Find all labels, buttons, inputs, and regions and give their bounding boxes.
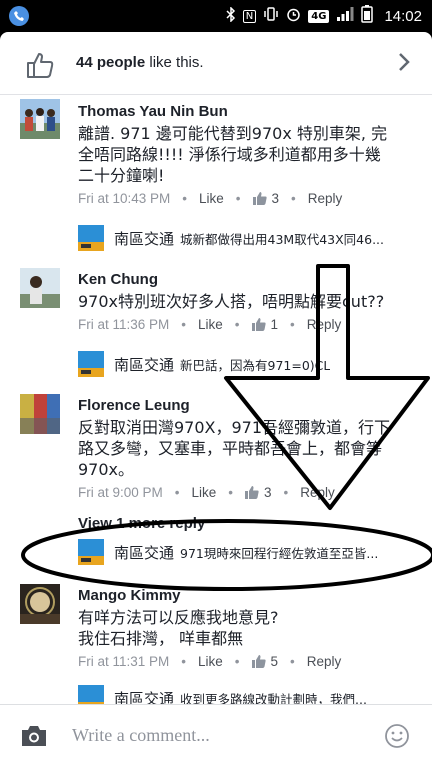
comment-timestamp: Fri at 10:43 PM <box>78 191 171 206</box>
like-link[interactable]: Like <box>199 191 224 206</box>
comment-composer: Write a comment... <box>0 704 432 768</box>
like-link[interactable]: Like <box>198 317 223 332</box>
alarm-icon <box>286 7 301 26</box>
page-reply-author: 南區交通 <box>114 355 175 374</box>
phone-notification-icon <box>9 6 29 26</box>
comment-text: 有咩方法可以反應我地意見? 我住石排灣， 咩車都無 <box>78 607 408 649</box>
reply-link[interactable]: Reply <box>307 317 342 332</box>
comment-meta: Fri at 11:31 PM • Like • 5 • Reply <box>78 654 342 669</box>
status-bar: N 4G 14:02 <box>0 0 432 32</box>
thumbs-up-icon <box>251 318 266 331</box>
page-reply-preview[interactable]: 南區交通 971現時來回程行經佐敦道至亞皆... <box>78 538 430 566</box>
comment-line: 離譜. 971 邊可能代替到970x 特別車架, 完 <box>78 124 388 143</box>
thumbs-up-icon <box>251 655 266 668</box>
avatar[interactable] <box>20 584 60 624</box>
page-reply-text: 新巴話，因為有971=0)CL <box>180 357 331 373</box>
like-thumb-icon <box>26 52 54 82</box>
bluetooth-icon <box>226 5 236 26</box>
reply-link[interactable]: Reply <box>300 485 335 500</box>
comment-author[interactable]: Mango Kimmy <box>78 587 181 604</box>
comment-text: 970x特別班次好多人搭，唔明點解要cut?? <box>78 291 408 312</box>
comment-line: 970x特別班次好多人搭，唔明點解要cut?? <box>78 292 385 311</box>
battery-icon <box>361 5 374 27</box>
comments-panel: 44 people like this. Thomas Yau Nin Bun … <box>0 32 432 768</box>
likes-summary[interactable]: 44 people like this. <box>0 32 432 95</box>
page-logo <box>78 351 104 377</box>
view-more-replies-link[interactable]: View 1 more reply <box>78 515 205 532</box>
comment-author[interactable]: Florence Leung <box>78 397 190 414</box>
vibrate-icon <box>263 7 279 25</box>
like-link[interactable]: Like <box>198 654 223 669</box>
comment-line: 反對取消田灣970X，971吾經彌敦道，行下 <box>78 418 391 437</box>
page-reply-author: 南區交通 <box>114 543 175 562</box>
clock: 14:02 <box>384 7 422 25</box>
reaction-count-value: 3 <box>271 191 280 206</box>
reaction-count[interactable]: 1 <box>251 317 279 332</box>
comment-meta: Fri at 11:36 PM • Like • 1 • Reply <box>78 317 342 332</box>
thumbs-up-icon <box>252 192 267 205</box>
nfc-icon: N <box>242 9 257 23</box>
emoji-icon[interactable] <box>384 723 410 753</box>
comment-author[interactable]: Thomas Yau Nin Bun <box>78 103 228 120</box>
camera-icon[interactable] <box>20 725 48 751</box>
comment-line: 970x。 <box>78 460 135 479</box>
page-reply-preview[interactable]: 南區交通 城新都做得出用43M取代43X同46... <box>78 224 430 252</box>
comment-text: 離譜. 971 邊可能代替到970x 特別車架, 完 全唔同路線!!!! 淨係行… <box>78 123 408 186</box>
comment-line: 有咩方法可以反應我地意見? <box>78 608 279 627</box>
like-link[interactable]: Like <box>192 485 217 500</box>
avatar[interactable] <box>20 268 60 308</box>
reaction-count[interactable]: 3 <box>245 485 272 500</box>
comment-input[interactable]: Write a comment... <box>72 725 210 746</box>
comment-meta: Fri at 10:43 PM • Like • 3 • Reply <box>78 191 343 206</box>
page-logo <box>78 225 104 251</box>
page-reply-text: 城新都做得出用43M取代43X同46... <box>180 231 385 247</box>
chevron-right-icon[interactable] <box>398 52 410 76</box>
reply-link[interactable]: Reply <box>307 654 342 669</box>
comment-line: 我住石排灣， 咩車都無 <box>78 629 244 648</box>
thumbs-up-icon <box>245 486 259 499</box>
reaction-count[interactable]: 5 <box>251 654 279 669</box>
reaction-count-value: 5 <box>270 654 279 669</box>
reaction-count-value: 3 <box>264 485 272 500</box>
comment-meta: Fri at 9:00 PM • Like • 3 • Reply <box>78 485 335 500</box>
avatar[interactable] <box>20 394 60 434</box>
comment-author[interactable]: Ken Chung <box>78 271 158 288</box>
likes-text: 44 people like this. <box>76 54 204 71</box>
reaction-count-value: 1 <box>270 317 279 332</box>
page-logo <box>78 539 104 565</box>
page-reply-text: 971現時來回程行經佐敦道至亞皆... <box>180 545 379 561</box>
network-type-badge: 4G <box>308 9 330 23</box>
comment-line: 二十分鐘喇! <box>78 166 165 185</box>
comment-text: 反對取消田灣970X，971吾經彌敦道，行下 路又多彎，又塞車，平時都吾會上，都… <box>78 417 408 480</box>
comment-timestamp: Fri at 9:00 PM <box>78 485 163 500</box>
signal-icon <box>336 7 354 25</box>
comment-line: 路又多彎，又塞車，平時都吾會上，都會等 <box>78 439 383 458</box>
comment-timestamp: Fri at 11:31 PM <box>78 654 170 669</box>
comment-timestamp: Fri at 11:36 PM <box>78 317 170 332</box>
page-reply-author: 南區交通 <box>114 229 175 248</box>
reaction-count[interactable]: 3 <box>252 191 280 206</box>
comment-line: 全唔同路線!!!! 淨係行域多利道都用多十幾 <box>78 145 381 164</box>
page-reply-preview[interactable]: 南區交通 新巴話，因為有971=0)CL <box>78 350 430 378</box>
reply-link[interactable]: Reply <box>308 191 343 206</box>
avatar[interactable] <box>20 99 60 139</box>
